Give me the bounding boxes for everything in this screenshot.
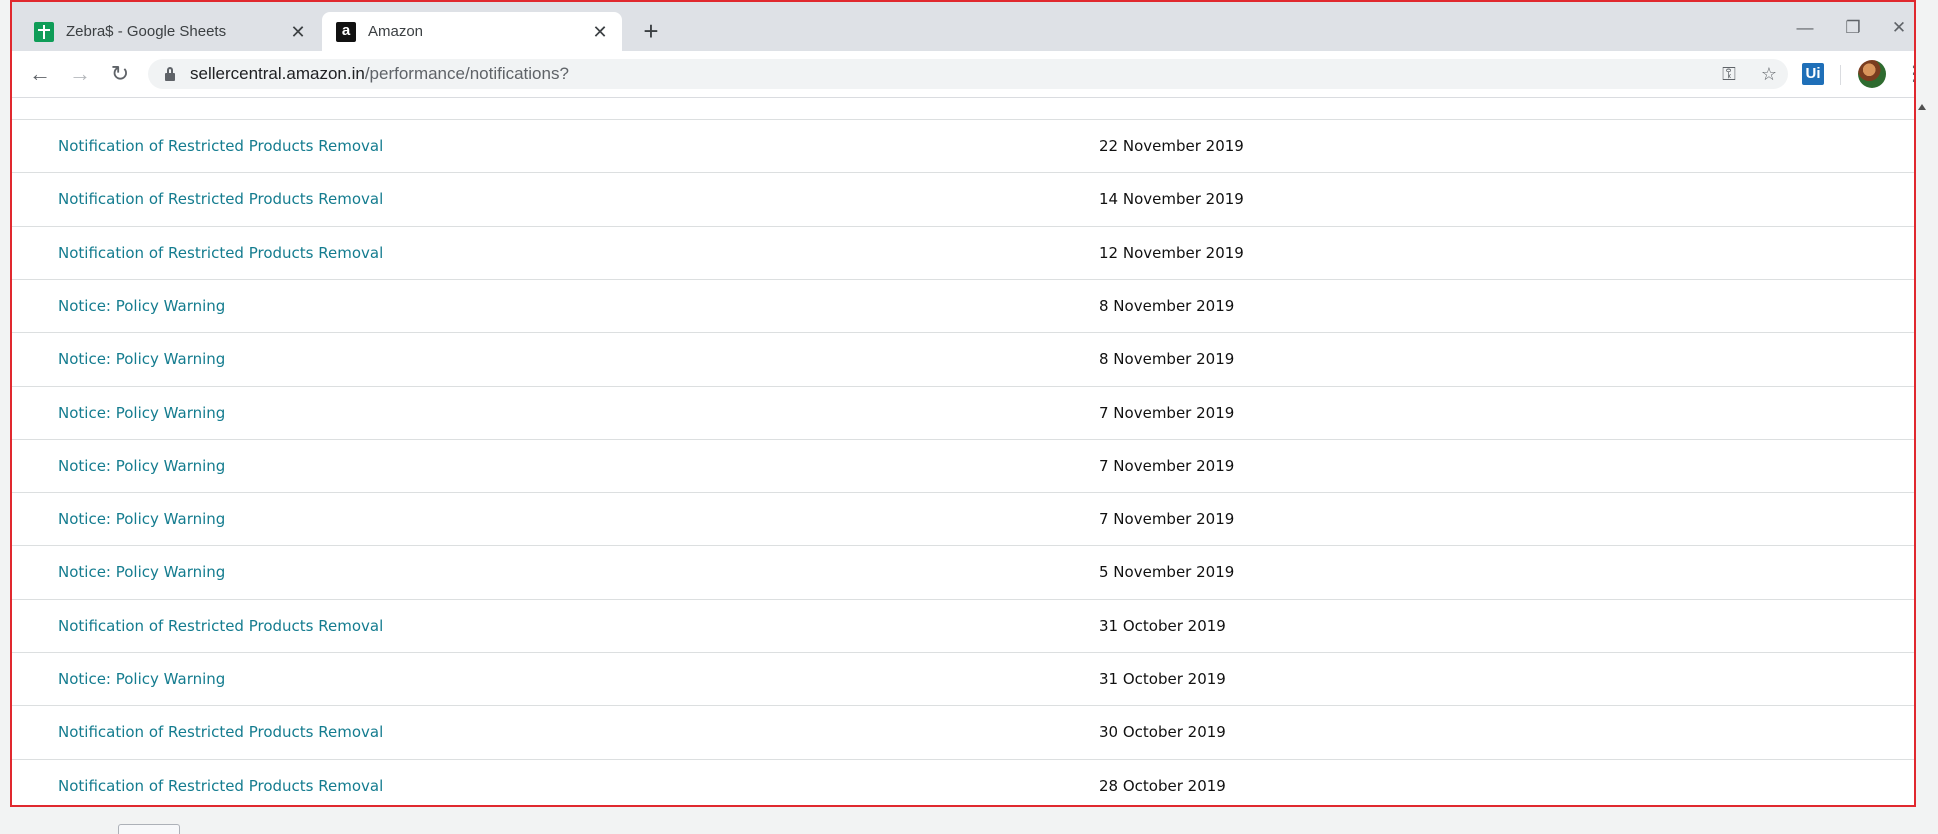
notification-row: Notice: Policy Warning 8 November 2019 (12, 278, 1914, 332)
pagination-button[interactable] (118, 824, 180, 834)
notification-title-link[interactable]: Notification of Restricted Products Remo… (58, 617, 383, 635)
notification-date: 22 November 2019 (1099, 137, 1244, 155)
notification-title-link[interactable]: Notice: Policy Warning (58, 563, 225, 581)
close-tab-icon[interactable]: ✕ (286, 20, 310, 44)
notification-row: Notification of Restricted Products Remo… (12, 598, 1914, 652)
star-icon[interactable]: ☆ (1758, 63, 1780, 85)
notification-date: 8 November 2019 (1099, 296, 1235, 315)
notification-row: Notice: Policy Warning 7 November 2019 (12, 438, 1914, 492)
notification-date: 31 October 2019 (1099, 616, 1226, 635)
notification-title-link[interactable]: Notice: Policy Warning (58, 297, 225, 315)
menu-icon[interactable]: ⋮ (1904, 60, 1914, 88)
browser-toolbar: ← → ↻ sellercentral.amazon.in/performanc… (12, 51, 1914, 98)
notification-row: Notice: Policy Warning 31 October 2019 (12, 652, 1914, 705)
notification-row: Notification of Restricted Products Remo… (12, 225, 1914, 279)
notification-title-link[interactable]: Notification of Restricted Products Remo… (58, 244, 383, 262)
amazon-icon: a (336, 21, 356, 42)
notification-date: 12 November 2019 (1099, 243, 1244, 262)
notification-title-link[interactable]: Notice: Policy Warning (58, 404, 225, 422)
toolbar-divider (1840, 65, 1841, 85)
url-host: sellercentral.amazon.in (190, 64, 365, 83)
back-icon[interactable]: ← (26, 60, 54, 88)
address-bar[interactable]: sellercentral.amazon.in/performance/noti… (148, 59, 1788, 89)
profile-avatar[interactable] (1858, 60, 1886, 88)
tab-google-sheets[interactable]: Zebra$ - Google Sheets ✕ (20, 12, 320, 51)
url-path: /performance/notifications? (364, 64, 569, 83)
forward-icon[interactable]: → (66, 60, 94, 88)
scroll-up-arrow-icon[interactable] (1918, 104, 1926, 110)
notification-date: 7 November 2019 (1099, 456, 1235, 475)
window-close-icon[interactable]: ✕ (1884, 16, 1914, 40)
notification-title-link[interactable]: Notice: Policy Warning (58, 510, 225, 528)
notification-row: Notification of Restricted Products Remo… (12, 705, 1914, 758)
notification-title-link[interactable]: Notice: Policy Warning (58, 350, 225, 368)
notifications-list: Notification of Restricted Products Remo… (12, 98, 1914, 805)
browser-window: Zebra$ - Google Sheets ✕ a Amazon ✕ + — … (10, 0, 1916, 807)
reload-icon[interactable]: ↻ (106, 60, 134, 88)
close-tab-icon[interactable]: ✕ (588, 20, 612, 44)
new-tab-button[interactable]: + (636, 17, 666, 47)
uipath-extension-icon[interactable]: Ui (1802, 63, 1824, 85)
google-sheets-icon (34, 21, 54, 42)
notification-title-link[interactable]: Notice: Policy Warning (58, 457, 225, 475)
minimize-icon[interactable]: — (1790, 16, 1820, 40)
notification-title-link[interactable]: Notification of Restricted Products Remo… (58, 723, 383, 741)
key-icon[interactable]: ⚿ (1718, 63, 1740, 85)
notification-row: Notice: Policy Warning 7 November 2019 (12, 385, 1914, 439)
lock-icon[interactable] (164, 67, 178, 81)
notification-row: Notification of Restricted Products Remo… (12, 172, 1914, 225)
notification-title-link[interactable]: Notice: Policy Warning (58, 670, 225, 688)
notification-row: Notification of Restricted Products Remo… (12, 119, 1914, 172)
notification-date: 8 November 2019 (1099, 350, 1235, 369)
notification-row: Notice: Policy Warning 7 November 2019 (12, 492, 1914, 545)
notification-row: Notice: Policy Warning 8 November 2019 (12, 332, 1914, 385)
notification-row: Notification of Restricted Products Remo… (12, 758, 1914, 805)
notification-title-link[interactable]: Notification of Restricted Products Remo… (58, 137, 383, 155)
notification-title-link[interactable]: Notification of Restricted Products Remo… (58, 190, 383, 208)
notification-title-link[interactable]: Notification of Restricted Products Remo… (58, 777, 383, 795)
tab-title: Amazon (368, 23, 424, 40)
notification-date: 30 October 2019 (1099, 723, 1226, 742)
tab-strip: Zebra$ - Google Sheets ✕ a Amazon ✕ + — … (12, 2, 1914, 51)
notification-date: 5 November 2019 (1099, 563, 1235, 582)
notification-date: 7 November 2019 (1099, 403, 1235, 422)
tab-amazon[interactable]: a Amazon ✕ (322, 12, 622, 51)
notification-date: 31 October 2019 (1099, 670, 1226, 688)
tab-title: Zebra$ - Google Sheets (66, 23, 227, 40)
notification-date: 14 November 2019 (1099, 190, 1244, 209)
notification-date: 7 November 2019 (1099, 510, 1235, 529)
notification-row: Notice: Policy Warning 5 November 2019 (12, 545, 1914, 598)
maximize-icon[interactable]: ❐ (1838, 16, 1868, 40)
notification-date: 28 October 2019 (1099, 776, 1226, 795)
